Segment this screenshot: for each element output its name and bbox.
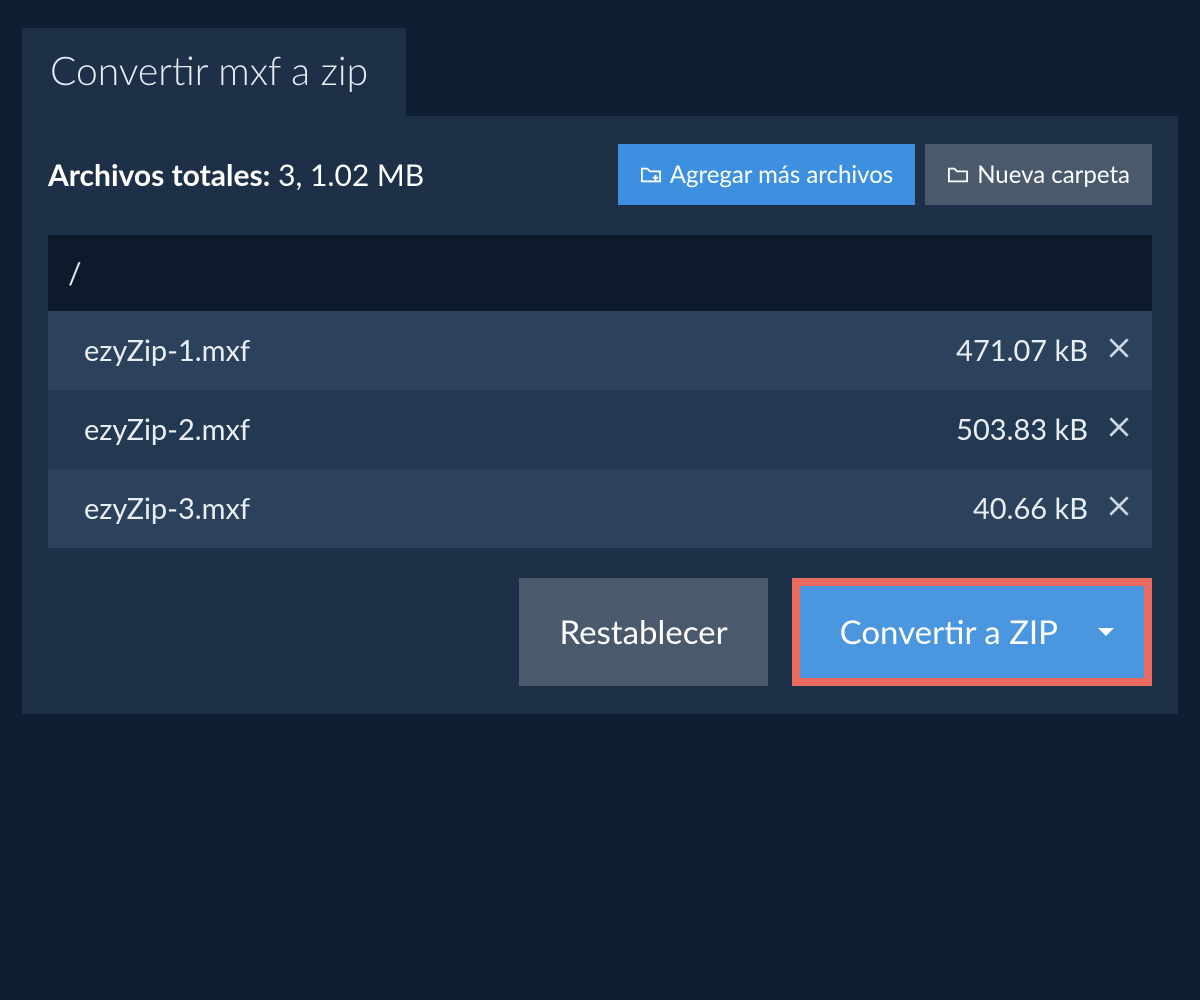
totals-value: 3, 1.02 MB [278,157,424,193]
file-row: ezyZip-2.mxf 503.83 kB [48,390,1152,469]
action-bar: Restablecer Convertir a ZIP [48,578,1152,686]
file-row: ezyZip-1.mxf 471.07 kB [48,311,1152,390]
add-files-button[interactable]: Agregar más archivos [618,144,915,205]
caret-down-icon [1098,628,1114,636]
file-name: ezyZip-1.mxf [84,333,938,368]
new-folder-button[interactable]: Nueva carpeta [925,144,1152,205]
folder-icon [947,165,969,185]
totals-text: Archivos totales: 3, 1.02 MB [48,157,608,193]
tab-title: Convertir mxf a zip [22,28,406,116]
remove-file-icon[interactable] [1106,333,1132,368]
file-size: 40.66 kB [973,491,1088,526]
add-files-label: Agregar más archivos [670,160,893,189]
toolbar: Archivos totales: 3, 1.02 MB Agregar más… [48,144,1152,205]
file-list: / ezyZip-1.mxf 471.07 kB ezyZip-2.mxf 503.8… [48,235,1152,548]
remove-file-icon[interactable] [1106,491,1132,526]
folder-plus-icon [640,165,662,185]
new-folder-label: Nueva carpeta [977,160,1130,189]
main-panel: Archivos totales: 3, 1.02 MB Agregar más… [22,116,1178,714]
file-name: ezyZip-3.mxf [84,491,955,526]
path-row[interactable]: / [48,235,1152,311]
reset-button[interactable]: Restablecer [519,578,767,686]
totals-label: Archivos totales: [48,157,270,193]
file-size: 471.07 kB [956,333,1088,368]
convert-highlight: Convertir a ZIP [792,578,1152,686]
convert-label: Convertir a ZIP [840,612,1058,652]
file-size: 503.83 kB [956,412,1088,447]
convert-button[interactable]: Convertir a ZIP [800,586,1144,678]
file-row: ezyZip-3.mxf 40.66 kB [48,469,1152,548]
remove-file-icon[interactable] [1106,412,1132,447]
file-name: ezyZip-2.mxf [84,412,938,447]
